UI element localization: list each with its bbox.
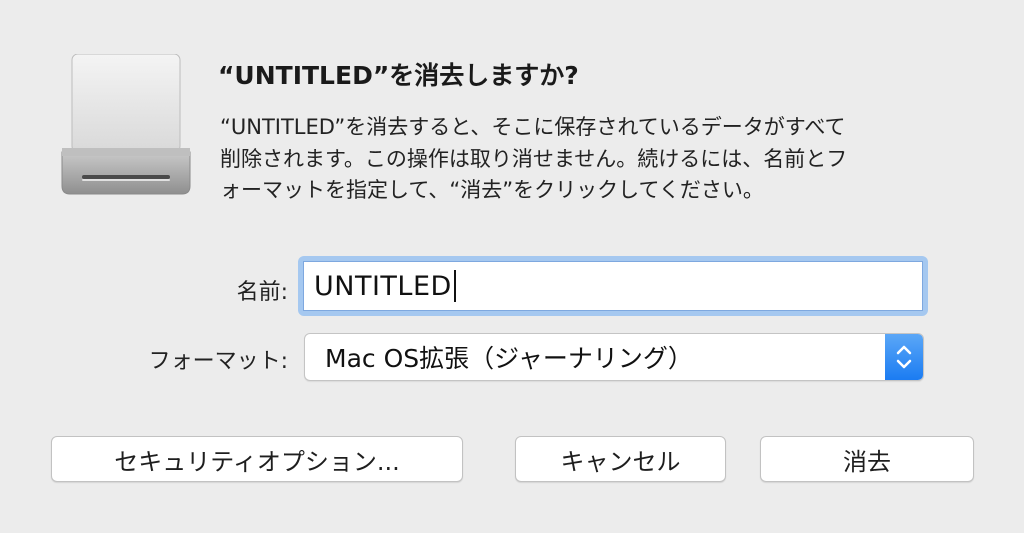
message-line: ォーマットを指定して、“消去”をクリックしてください。	[220, 178, 764, 202]
name-label: 名前:	[236, 280, 288, 305]
erase-disk-dialog: “UNTITLED”を消去しますか? “UNTITLED”を消去すると、そこに保…	[0, 0, 1024, 533]
up-down-chevron-icon[interactable]	[885, 334, 923, 380]
name-input[interactable]: UNTITLED	[303, 261, 923, 311]
name-input-value: UNTITLED	[314, 270, 452, 302]
cancel-button[interactable]: キャンセル	[515, 436, 726, 482]
external-disk-icon	[61, 54, 191, 195]
format-select[interactable]: Mac OS拡張（ジャーナリング）	[304, 333, 924, 381]
security-options-button[interactable]: セキュリティオプション...	[51, 436, 463, 482]
format-label: フォーマット:	[148, 349, 288, 374]
name-field[interactable]: UNTITLED	[298, 256, 928, 316]
dialog-title: “UNTITLED”を消去しますか?	[218, 61, 579, 90]
format-select-value: Mac OS拡張（ジャーナリング）	[325, 344, 693, 373]
message-line: 削除されます。この操作は取り消せません。続けるには、名前とフ	[220, 146, 848, 171]
erase-button[interactable]: 消去	[760, 436, 974, 482]
dialog-message: “UNTITLED”を消去すると、そこに保存されているデータがすべて 削除されま…	[220, 112, 980, 207]
message-line: “UNTITLED”を消去すると、そこに保存されているデータがすべて	[220, 115, 846, 139]
text-caret	[453, 270, 456, 302]
